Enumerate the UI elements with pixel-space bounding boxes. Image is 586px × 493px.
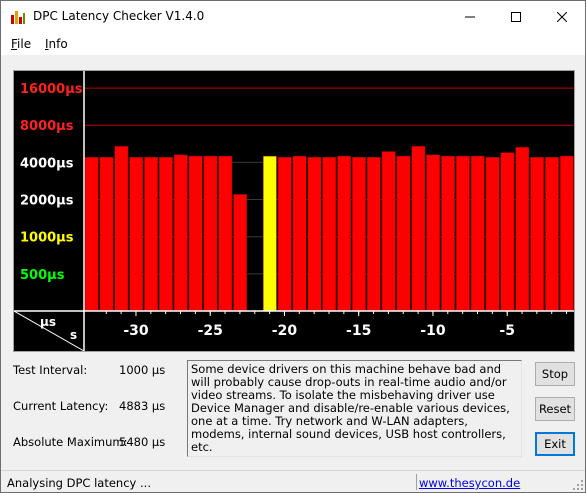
absolute-maximum-label: Absolute Maximum:	[13, 435, 128, 449]
close-button[interactable]	[539, 1, 585, 32]
title-bar[interactable]: DPC Latency Checker V1.4.0	[1, 1, 585, 32]
maximize-icon	[511, 11, 521, 22]
current-latency-label: Current Latency:	[13, 399, 109, 413]
latency-bar	[381, 151, 396, 312]
y-tick-label: 8000µs	[20, 119, 74, 134]
maximize-button[interactable]	[493, 1, 539, 32]
axis-unit-s: s	[70, 328, 77, 342]
x-tick-label: -25	[198, 323, 223, 339]
test-interval-row: Test Interval: 1000 µs	[13, 363, 183, 379]
latency-bar	[366, 157, 381, 312]
latency-bar	[322, 157, 337, 312]
test-interval-label: Test Interval:	[13, 363, 88, 377]
message-box[interactable]: Some device drivers on this machine beha…	[187, 360, 522, 457]
status-bar: Analysing DPC latency ... www.thesycon.d…	[1, 470, 585, 492]
website-link[interactable]: www.thesycon.de	[419, 476, 520, 490]
resize-grip-icon[interactable]	[573, 480, 583, 490]
latency-bar	[337, 155, 352, 312]
latency-chart-svg: 16000µs 8000µs 4000µs 2000µs 1000µs 500µs µss -…	[14, 71, 574, 351]
latency-bar	[84, 157, 99, 312]
latency-bar	[500, 152, 515, 312]
current-latency-value: 4883 µs	[119, 399, 166, 413]
reset-button[interactable]: Reset	[535, 397, 575, 421]
menu-bar: File Info	[1, 32, 585, 56]
current-latency-row: Current Latency: 4883 µs	[13, 399, 183, 415]
latency-bar	[203, 155, 218, 312]
latency-bar	[515, 147, 530, 312]
test-interval-value: 1000 µs	[119, 363, 166, 377]
y-tick-label: 500µs	[20, 268, 65, 283]
latency-bar	[277, 157, 292, 312]
latency-bar	[129, 157, 144, 312]
y-tick-label: 2000µs	[20, 194, 74, 209]
y-tick-label: 16000µs	[20, 82, 83, 97]
latency-bar	[188, 155, 203, 312]
latency-bar	[144, 157, 158, 312]
latency-bar	[545, 157, 559, 312]
absolute-maximum-value: 5480 µs	[119, 435, 166, 449]
latency-bar	[396, 155, 411, 312]
axis-unit-us: µs	[40, 315, 56, 329]
latency-bar	[173, 154, 188, 312]
latency-bar	[352, 157, 366, 312]
latency-bar	[411, 146, 426, 312]
latency-bar	[470, 155, 485, 312]
latency-bar	[99, 157, 114, 312]
window-title: DPC Latency Checker V1.4.0	[33, 9, 205, 23]
x-tick-label: -20	[272, 323, 298, 339]
close-icon	[557, 11, 567, 22]
latency-bar	[218, 155, 233, 312]
y-tick-label: 4000µs	[20, 156, 74, 171]
latency-bar	[455, 155, 470, 312]
x-tick-label: -30	[123, 323, 149, 339]
minimize-icon	[465, 16, 475, 17]
latency-bar	[485, 157, 500, 312]
latency-bar	[262, 155, 277, 312]
status-separator	[416, 474, 417, 490]
latency-bar	[530, 157, 545, 312]
app-icon	[10, 9, 26, 25]
y-tick-label: 1000µs	[20, 231, 74, 246]
x-tick-label: -15	[346, 323, 371, 339]
latency-bar	[114, 146, 129, 312]
latency-bar	[426, 154, 441, 312]
latency-chart: 16000µs 8000µs 4000µs 2000µs 1000µs 500µs µs s -…	[13, 70, 575, 352]
minimize-button[interactable]	[447, 1, 493, 32]
menu-info-rest: nfo	[48, 37, 68, 51]
menu-file[interactable]: File	[11, 37, 31, 51]
latency-bar	[233, 194, 248, 312]
exit-button[interactable]: Exit	[535, 432, 575, 456]
menu-file-rest: ile	[17, 37, 32, 51]
absolute-maximum-row: Absolute Maximum: 5480 µs	[13, 435, 183, 451]
latency-bar	[307, 157, 322, 312]
latency-bar	[292, 155, 307, 312]
latency-bar	[158, 157, 173, 312]
latency-bar	[559, 155, 574, 312]
latency-bar	[441, 155, 455, 312]
x-tick-label: -10	[420, 323, 446, 339]
x-tick-label: -5	[499, 323, 515, 339]
menu-info[interactable]: Info	[45, 37, 68, 51]
status-text: Analysing DPC latency ...	[7, 476, 151, 490]
app-window: DPC Latency Checker V1.4.0 File Info 160…	[0, 0, 586, 493]
stop-button[interactable]: Stop	[535, 362, 575, 386]
